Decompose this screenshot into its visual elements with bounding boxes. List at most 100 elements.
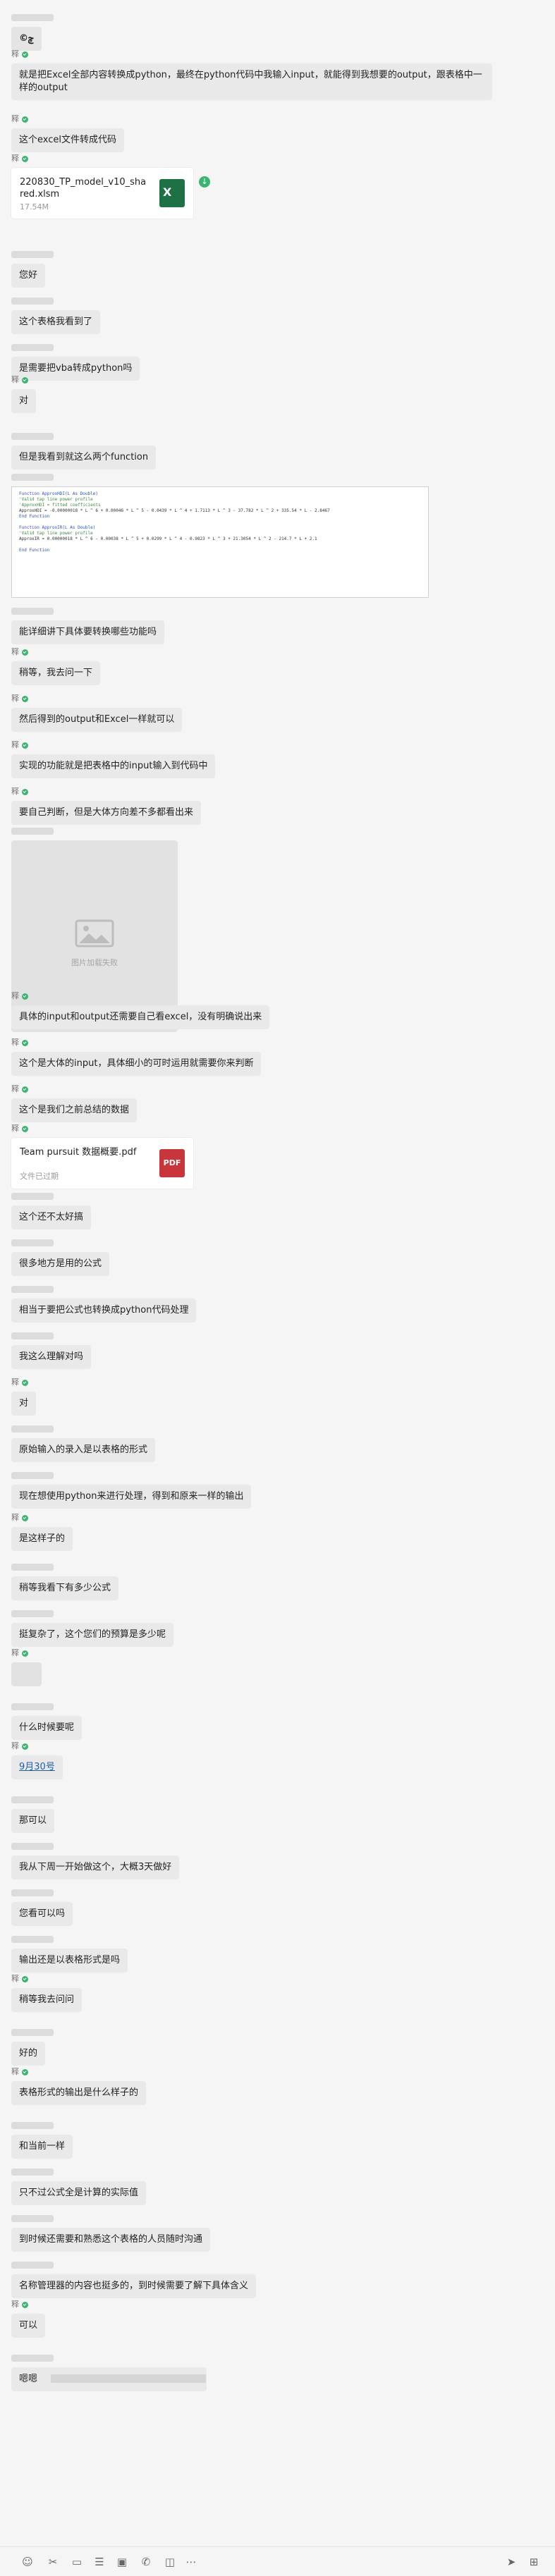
message-bubble[interactable]: 稍等我看下有多少公式: [11, 1576, 119, 1600]
video-call-icon[interactable]: ▣: [116, 2556, 128, 2568]
message-bubble[interactable]: 就是把Excel全部内容转换成python，最终在python代码中我输入inp…: [11, 63, 492, 100]
file-card[interactable]: Team pursuit 数据概要.pdf 文件已过期 PDF: [11, 1138, 193, 1189]
sender-name[interactable]: 释: [11, 1124, 19, 1134]
message-text: 稍等我去问问: [19, 1994, 75, 2005]
voice-call-icon[interactable]: ✆: [140, 2556, 152, 2568]
sender-line: [11, 1424, 155, 1434]
message-bubble[interactable]: 到时候还需要和熟悉这个表格的人员随时沟通: [11, 2228, 211, 2252]
message-bubble[interactable]: ©ݼ: [11, 27, 42, 51]
message-bubble[interactable]: 原始输入的录入是以表格的形式: [11, 1438, 156, 1462]
pdf-icon: PDF: [159, 1149, 185, 1177]
message-text: 这个是我们之前总结的数据: [19, 1105, 130, 1115]
sender-name[interactable]: 释: [11, 740, 19, 750]
message-bubble[interactable]: 相当于要把公式也转换成python代码处理: [11, 1299, 197, 1323]
sender-name[interactable]: 释: [11, 647, 19, 657]
message-bubble[interactable]: 什么时候要呢: [11, 1716, 83, 1740]
chat-history[interactable]: ©ݼ 释就是把Excel全部内容转换成python，最终在python代码中我输入…: [0, 0, 555, 2546]
message-bubble[interactable]: 9月30号: [11, 1755, 63, 1779]
message-bubble[interactable]: 具体的input和output还需要自己看excel，没有明确说出来: [11, 1005, 270, 1029]
send-icon[interactable]: ➤: [505, 2556, 518, 2568]
message-text: 输出还是以表格形式是吗: [19, 1955, 121, 1965]
message-bubble[interactable]: 好的: [11, 2042, 46, 2066]
message-bubble[interactable]: 这个是我们之前总结的数据: [11, 1098, 138, 1122]
sender-name[interactable]: 释: [11, 1648, 19, 1658]
message-bubble[interactable]: 能详细讲下具体要转换哪些功能吗: [11, 620, 165, 644]
sender-name[interactable]: 释: [11, 1513, 19, 1523]
message-bubble[interactable]: 但是我看到就这么两个function: [11, 446, 157, 470]
verified-icon: [22, 695, 28, 702]
more-icon[interactable]: ⋯: [185, 2556, 197, 2568]
sender-name[interactable]: 释: [11, 375, 19, 385]
chat-history-icon[interactable]: ☰: [93, 2556, 106, 2568]
message-bubble[interactable]: 稍等，我去问一下: [11, 661, 101, 685]
message-bubble[interactable]: 只不过公式全是计算的实际值: [11, 2181, 147, 2205]
message-bubble[interactable]: 可以: [11, 2314, 46, 2338]
message-bubble[interactable]: 表格形式的输出是什么样子的: [11, 2081, 147, 2105]
sender-name[interactable]: 释: [11, 1741, 19, 1751]
message-bubble[interactable]: 对: [11, 1392, 37, 1416]
view-icon[interactable]: ⊞: [527, 2556, 540, 2568]
input-toolbar: ☺ ✂ ▭ ☰ ▣ ✆ ◫ ⋯ ➤ ⊞: [0, 2546, 555, 2576]
file-card[interactable]: 220830_TP_model_v10_shared.xlsm 17.54M X: [11, 168, 193, 219]
message-bubble[interactable]: 然后得到的output和Excel一样就可以: [11, 708, 183, 732]
message-bubble[interactable]: 我从下周一开始做这个，大概3天做好: [11, 1856, 180, 1879]
sender-line: 释: [11, 694, 182, 704]
message-bubble[interactable]: 现在想使用python来进行处理，得到和原来一样的输出: [11, 1485, 252, 1509]
date-link[interactable]: 9月30号: [19, 1762, 55, 1772]
sender-name[interactable]: 释: [11, 1974, 19, 1984]
message-bubble[interactable]: 很多地方是用的公式: [11, 1252, 110, 1276]
verified-icon: [22, 116, 28, 123]
message-bubble[interactable]: 这个excel文件转成代码: [11, 128, 124, 152]
message-bubble[interactable]: 那可以: [11, 1809, 55, 1833]
scissors-icon[interactable]: ✂: [47, 2556, 59, 2568]
message-bubble[interactable]: 我这么理解对吗: [11, 1345, 92, 1369]
code-line: End Function: [19, 548, 50, 553]
message-bubble[interactable]: 是这样子的: [11, 1527, 73, 1551]
message-text: 具体的input和output还需要自己看excel，没有明确说出来: [19, 1012, 262, 1022]
message-bubble[interactable]: 您好: [11, 264, 46, 288]
message-bubble[interactable]: 您看可以吗: [11, 1902, 73, 1926]
message: 释实现的功能就是把表格中的input输入到代码中: [11, 740, 216, 778]
message: 名称管理器的内容也挺多的，到时候需要了解下具体含义: [11, 2260, 257, 2298]
message-bubble[interactable]: 这个表格我看到了: [11, 310, 101, 334]
message: 您看可以吗: [11, 1888, 73, 1926]
message-bubble[interactable]: 这个还不太好搞: [11, 1206, 92, 1229]
message-bubble[interactable]: [11, 1662, 42, 1686]
code-screenshot[interactable]: Function ApproxHDI(L As Double) 'Valid t…: [11, 486, 429, 598]
sender-name[interactable]: 释: [11, 2067, 19, 2077]
message-bubble[interactable]: 要自己判断，但是大体方向差不多都看出来: [11, 801, 202, 825]
verified-icon: [22, 2068, 28, 2075]
message-bubble[interactable]: 嗯嗯: [11, 2367, 207, 2391]
sender-name[interactable]: 释: [11, 2300, 19, 2310]
sender-name[interactable]: 释: [11, 694, 19, 704]
message: 释稍等我去问问: [11, 1974, 83, 2012]
sender-name[interactable]: 释: [11, 49, 19, 59]
sender-name[interactable]: 释: [11, 1084, 19, 1094]
message-bubble[interactable]: 实现的功能就是把表格中的input输入到代码中: [11, 754, 216, 778]
message-bubble[interactable]: 对: [11, 389, 37, 413]
message-bubble[interactable]: 稍等我去问问: [11, 1988, 83, 2012]
message-text: 稍等，我去问一下: [19, 668, 93, 678]
message-bubble[interactable]: 输出还是以表格形式是吗: [11, 1949, 128, 1973]
avatar: [11, 298, 54, 305]
sender-name[interactable]: 释: [11, 991, 19, 1001]
live-icon[interactable]: ◫: [164, 2556, 176, 2568]
download-icon[interactable]: ↓: [199, 176, 210, 188]
message-text: 您好: [19, 270, 38, 281]
message-bubble[interactable]: 挺复杂了，这个您们的预算是多少呢: [11, 1623, 174, 1647]
message-text: 对: [19, 395, 29, 406]
message: ©ݼ: [11, 13, 54, 51]
sender-name[interactable]: 释: [11, 787, 19, 797]
message-bubble[interactable]: 这个是大体的input，具体细小的可时运用就需要你来判断: [11, 1052, 262, 1076]
avatar: [11, 1936, 54, 1943]
message-bubble[interactable]: 和当前一样: [11, 2135, 73, 2159]
sender-name[interactable]: 释: [11, 1378, 19, 1387]
sender-name[interactable]: 释: [11, 154, 19, 164]
message-bubble[interactable]: 名称管理器的内容也挺多的，到时候需要了解下具体含义: [11, 2274, 257, 2298]
sender-line: [11, 2167, 146, 2177]
folder-icon[interactable]: ▭: [71, 2556, 83, 2568]
sender-name[interactable]: 释: [11, 114, 19, 124]
sender-name[interactable]: 释: [11, 1038, 19, 1048]
emoji-icon[interactable]: ☺: [21, 2556, 34, 2568]
